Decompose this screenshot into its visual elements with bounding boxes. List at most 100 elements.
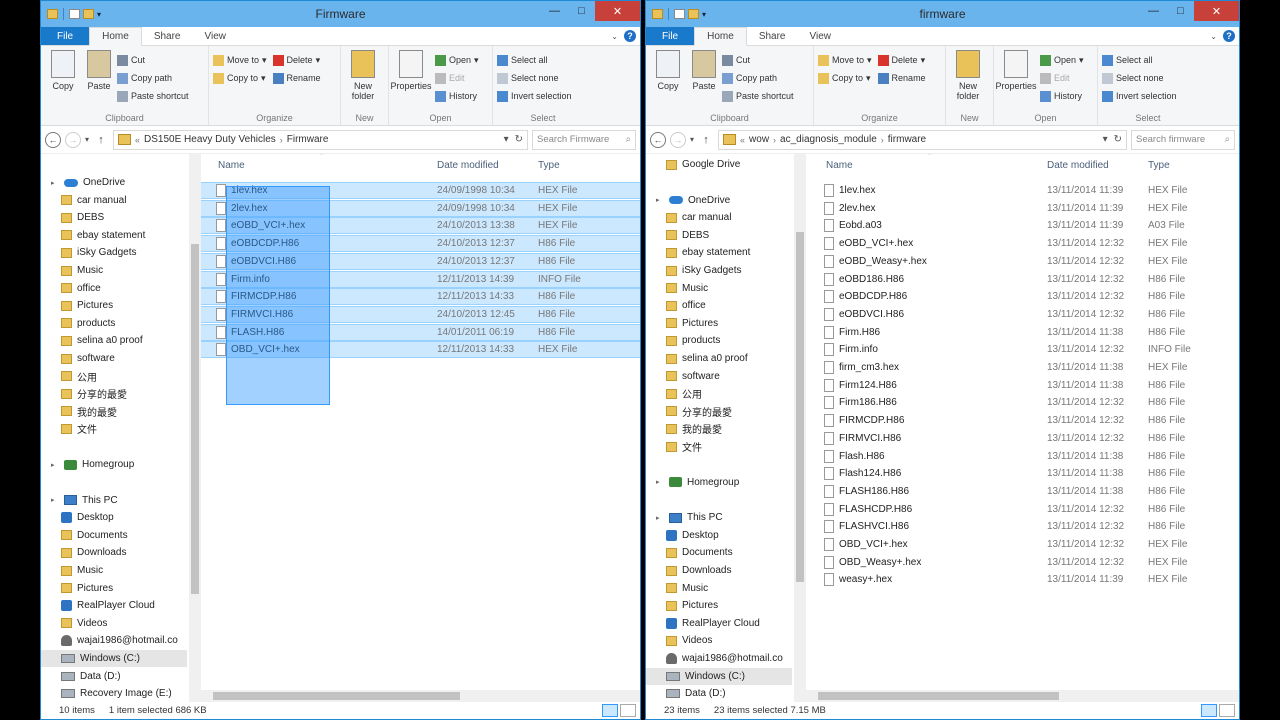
details-view-button[interactable] [602, 704, 618, 717]
back-button[interactable]: ← [45, 131, 61, 148]
delete-button[interactable]: Delete ▾ [272, 52, 321, 68]
expand-icon[interactable]: ▸ [656, 196, 664, 204]
scroll-thumb[interactable] [796, 232, 804, 582]
scroll-thumb[interactable] [818, 692, 1059, 700]
rename-button[interactable]: Rename [272, 70, 321, 86]
maximize-button[interactable]: □ [1167, 1, 1194, 21]
nav-item[interactable]: software [41, 350, 187, 367]
nav-item[interactable]: selina a0 proof [646, 350, 792, 367]
file-row[interactable]: eOBD_Weasy+.hex 13/11/2014 12:32 HEX File [806, 253, 1239, 270]
nav-item[interactable]: Pictures [41, 580, 187, 597]
nav-item[interactable]: Documents [646, 544, 792, 561]
help-icon[interactable]: ? [1223, 30, 1235, 42]
nav-item[interactable]: 我的最愛 [41, 403, 187, 420]
edit-button[interactable]: Edit [435, 70, 479, 86]
cut-button[interactable]: Cut [722, 52, 794, 68]
nav-item[interactable]: RealPlayer Cloud [41, 597, 187, 614]
copy-to-button[interactable]: Copy to ▾ [818, 70, 872, 86]
breadcrumb-item[interactable]: ac_diagnosis_module [780, 134, 877, 145]
nav-item[interactable]: ▸ Homegroup [41, 456, 187, 473]
address-bar[interactable]: « wow › ac_diagnosis_module › firmware ▾… [718, 129, 1127, 150]
close-button[interactable]: ✕ [1194, 1, 1239, 21]
tab-file[interactable]: File [646, 27, 695, 45]
title-bar[interactable]: ▾ firmware — □ ✕ [646, 1, 1239, 27]
title-bar[interactable]: ▾ Firmware — □ ✕ [41, 1, 640, 27]
nav-item[interactable]: DEBS [41, 209, 187, 226]
nav-item[interactable]: Windows (C:) [41, 650, 187, 667]
nav-item[interactable]: software [646, 368, 792, 385]
expand-ribbon-icon[interactable]: ⌄ [1210, 32, 1217, 41]
copy-to-button[interactable]: Copy to ▾ [213, 70, 267, 86]
nav-item[interactable]: 分享的最愛 [646, 403, 792, 420]
nav-item[interactable]: Data (D:) [41, 668, 187, 685]
cut-button[interactable]: Cut [117, 52, 189, 68]
open-button[interactable]: Open ▾ [435, 52, 479, 68]
nav-item[interactable]: 分享的最愛 [41, 385, 187, 402]
file-row[interactable]: eOBD186.H86 13/11/2014 12:32 H86 File [806, 271, 1239, 288]
nav-item[interactable]: ebay statement [41, 227, 187, 244]
file-row[interactable]: weasy+.hex 13/11/2014 11:39 HEX File [806, 571, 1239, 588]
copy-path-button[interactable]: Copy path [117, 70, 189, 86]
forward-button[interactable]: → [670, 131, 686, 148]
minimize-button[interactable]: — [1140, 1, 1167, 21]
file-row[interactable]: FLASHVCI.H86 13/11/2014 12:32 H86 File [806, 518, 1239, 535]
tab-view[interactable]: View [798, 27, 844, 45]
maximize-button[interactable]: □ [568, 1, 595, 21]
tab-home[interactable]: Home [694, 27, 747, 46]
recent-locations-icon[interactable]: ▾ [690, 135, 694, 144]
nav-item[interactable]: Videos [41, 615, 187, 632]
edit-button[interactable]: Edit [1040, 70, 1084, 86]
nav-item[interactable]: ▸ Homegroup [646, 474, 792, 491]
horizontal-scrollbar[interactable] [806, 690, 1239, 702]
expand-icon[interactable]: ▸ [656, 514, 664, 522]
tab-share[interactable]: Share [747, 27, 798, 45]
move-to-button[interactable]: Move to ▾ [213, 52, 267, 68]
new-folder-icon[interactable] [688, 9, 699, 19]
file-row[interactable]: eOBDCDP.H86 13/11/2014 12:32 H86 File [806, 288, 1239, 305]
nav-item[interactable]: Downloads [646, 562, 792, 579]
file-row[interactable]: firm_cm3.hex 13/11/2014 11:38 HEX File [806, 359, 1239, 376]
move-to-button[interactable]: Move to ▾ [818, 52, 872, 68]
paste-shortcut-button[interactable]: Paste shortcut [117, 88, 189, 104]
file-row[interactable]: FLASH186.H86 13/11/2014 11:38 H86 File [806, 483, 1239, 500]
tab-share[interactable]: Share [142, 27, 193, 45]
search-input[interactable]: Search firmware ⌕ [1131, 129, 1235, 150]
horizontal-scrollbar[interactable] [201, 690, 640, 702]
help-icon[interactable]: ? [624, 30, 636, 42]
nav-item[interactable]: office [646, 297, 792, 314]
history-button[interactable]: History [1040, 88, 1084, 104]
file-row[interactable]: Flash.H86 13/11/2014 11:38 H86 File [806, 448, 1239, 465]
details-view-button[interactable] [1201, 704, 1217, 717]
large-icons-view-button[interactable] [1219, 704, 1235, 717]
nav-item[interactable]: Music [41, 562, 187, 579]
select-none-button[interactable]: Select none [1102, 70, 1177, 86]
close-button[interactable]: ✕ [595, 1, 640, 21]
nav-item[interactable]: ▸ This PC [646, 509, 792, 526]
customize-qat-icon[interactable]: ▾ [702, 10, 706, 19]
breadcrumb-item[interactable]: firmware [888, 134, 926, 145]
nav-item[interactable]: 我的最愛 [646, 420, 792, 437]
paste-shortcut-button[interactable]: Paste shortcut [722, 88, 794, 104]
nav-item[interactable]: Google Drive [646, 156, 792, 173]
column-name[interactable]: Name [218, 160, 245, 171]
file-row[interactable]: FIRMCDP.H86 13/11/2014 12:32 H86 File [806, 412, 1239, 429]
rename-button[interactable]: Rename [877, 70, 926, 86]
file-row[interactable]: FLASHCDP.H86 13/11/2014 12:32 H86 File [806, 501, 1239, 518]
column-date-modified[interactable]: Date modified [437, 160, 499, 171]
nav-item[interactable]: Windows (C:) [646, 667, 792, 685]
nav-item[interactable]: Desktop [41, 509, 187, 526]
back-button[interactable]: ← [650, 131, 666, 148]
select-none-button[interactable]: Select none [497, 70, 572, 86]
address-dropdown-icon[interactable]: ▾ [504, 134, 509, 145]
nav-item[interactable]: Downloads [41, 544, 187, 561]
file-row[interactable]: Firm124.H86 13/11/2014 11:38 H86 File [806, 377, 1239, 394]
file-row[interactable]: Firm.H86 13/11/2014 11:38 H86 File [806, 324, 1239, 341]
expand-ribbon-icon[interactable]: ⌄ [611, 32, 618, 41]
nav-item[interactable]: RealPlayer Cloud [646, 615, 792, 632]
nav-item[interactable]: Pictures [646, 597, 792, 614]
nav-item[interactable]: iSky Gadgets [41, 244, 187, 261]
file-row[interactable]: Firm186.H86 13/11/2014 12:32 H86 File [806, 394, 1239, 411]
nav-item[interactable]: products [646, 332, 792, 349]
customize-qat-icon[interactable]: ▾ [97, 10, 101, 19]
select-all-button[interactable]: Select all [497, 52, 572, 68]
